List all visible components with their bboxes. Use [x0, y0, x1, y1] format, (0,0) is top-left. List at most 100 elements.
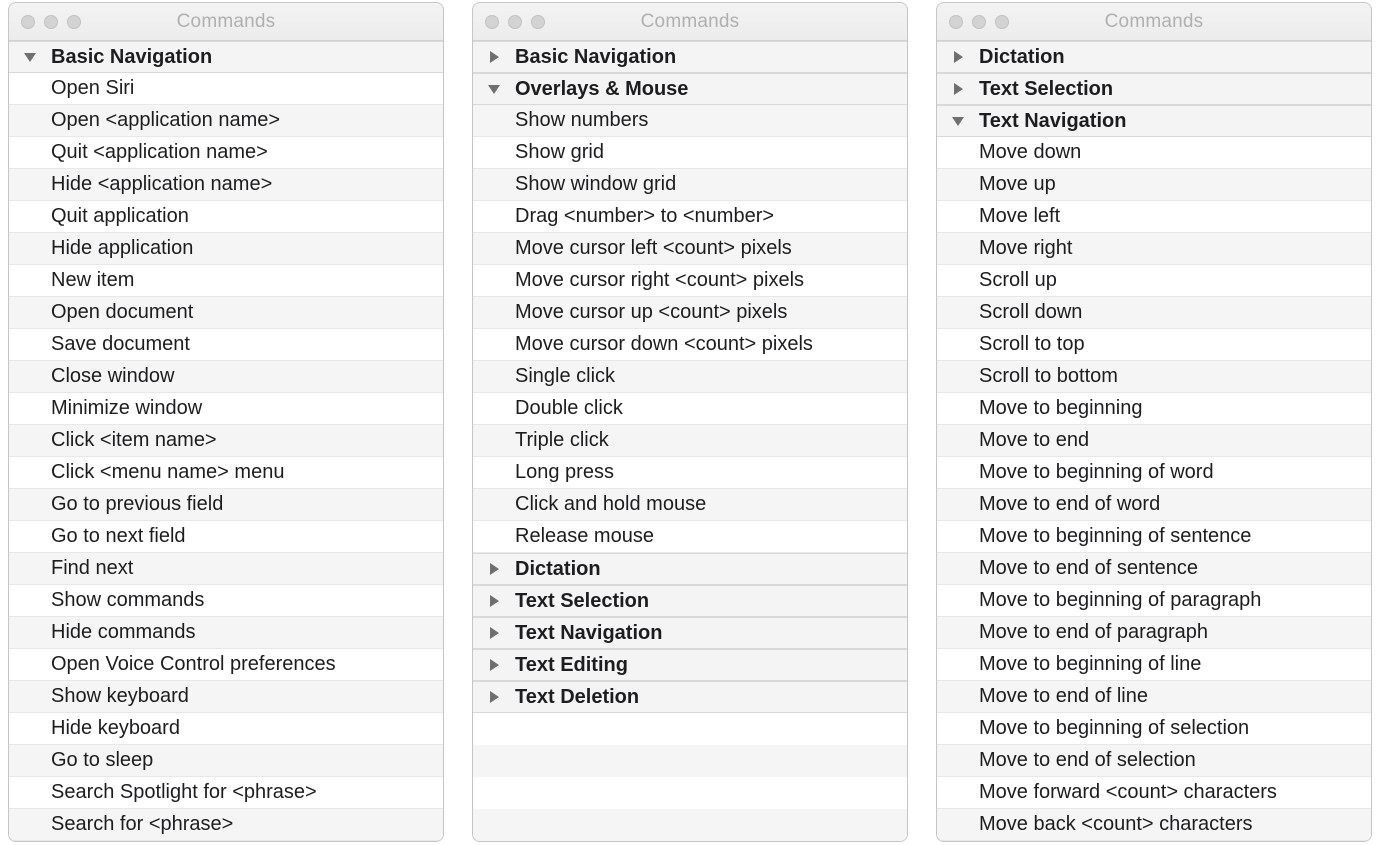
minimize-button[interactable] [44, 15, 58, 29]
window-titlebar: Commands [937, 3, 1371, 41]
command-item[interactable]: Move to beginning of sentence [937, 521, 1371, 553]
close-button[interactable] [485, 15, 499, 29]
command-item[interactable]: Quit application [9, 201, 443, 233]
command-item[interactable]: Move left [937, 201, 1371, 233]
command-item[interactable]: Scroll up [937, 265, 1371, 297]
command-item[interactable]: Move back <count> characters [937, 809, 1371, 841]
command-item[interactable]: Hide application [9, 233, 443, 265]
command-item[interactable]: Save document [9, 329, 443, 361]
command-item[interactable]: Go to next field [9, 521, 443, 553]
command-label: Release mouse [515, 525, 907, 548]
section-header-text-navigation[interactable]: Text Navigation [473, 617, 907, 649]
section-header-label: Text Deletion [515, 686, 907, 709]
command-item[interactable]: Show window grid [473, 169, 907, 201]
command-item[interactable]: Move to end [937, 425, 1371, 457]
command-item[interactable]: Quit <application name> [9, 137, 443, 169]
command-item[interactable]: Show commands [9, 585, 443, 617]
zoom-button[interactable] [531, 15, 545, 29]
command-item[interactable]: Move cursor up <count> pixels [473, 297, 907, 329]
command-item[interactable]: Move to end of paragraph [937, 617, 1371, 649]
command-item[interactable]: Move up [937, 169, 1371, 201]
section-header-text-selection[interactable]: Text Selection [473, 585, 907, 617]
command-item[interactable]: Open Voice Control preferences [9, 649, 443, 681]
command-item[interactable]: Move to end of word [937, 489, 1371, 521]
section-header-dictation[interactable]: Dictation [473, 553, 907, 585]
command-label: Move right [979, 237, 1371, 260]
commands-list[interactable]: Basic NavigationOverlays & MouseShow num… [473, 41, 907, 841]
traffic-lights [485, 15, 545, 29]
command-item[interactable]: Scroll down [937, 297, 1371, 329]
command-item[interactable]: Close window [9, 361, 443, 393]
command-item[interactable]: Move to beginning of line [937, 649, 1371, 681]
command-item[interactable]: Move cursor right <count> pixels [473, 265, 907, 297]
commands-list[interactable]: Basic NavigationOpen SiriOpen <applicati… [9, 41, 443, 841]
command-label: Move to end of line [979, 685, 1371, 708]
zoom-button[interactable] [995, 15, 1009, 29]
command-item[interactable]: Move to beginning of paragraph [937, 585, 1371, 617]
command-item[interactable]: Move cursor left <count> pixels [473, 233, 907, 265]
command-item[interactable]: Long press [473, 457, 907, 489]
command-item[interactable]: Go to sleep [9, 745, 443, 777]
command-item[interactable]: Release mouse [473, 521, 907, 553]
command-item[interactable]: Minimize window [9, 393, 443, 425]
section-header-basic-navigation[interactable]: Basic Navigation [9, 41, 443, 73]
command-label: Move to beginning of sentence [979, 525, 1371, 548]
command-item[interactable]: Double click [473, 393, 907, 425]
command-item[interactable]: Hide keyboard [9, 713, 443, 745]
command-item[interactable]: Show grid [473, 137, 907, 169]
command-item[interactable]: Triple click [473, 425, 907, 457]
command-item[interactable]: Single click [473, 361, 907, 393]
command-item[interactable]: New item [9, 265, 443, 297]
command-label: Save document [51, 333, 443, 356]
command-item[interactable]: Search Spotlight for <phrase> [9, 777, 443, 809]
command-label: New item [51, 269, 443, 292]
commands-list[interactable]: DictationText SelectionText NavigationMo… [937, 41, 1371, 841]
section-header-basic-navigation[interactable]: Basic Navigation [473, 41, 907, 73]
command-item[interactable]: Move to beginning of word [937, 457, 1371, 489]
command-item[interactable]: Show numbers [473, 105, 907, 137]
section-header-dictation[interactable]: Dictation [937, 41, 1371, 73]
command-item[interactable]: Search for <phrase> [9, 809, 443, 841]
command-label: Search for <phrase> [51, 813, 443, 836]
command-item[interactable]: Drag <number> to <number> [473, 201, 907, 233]
command-item[interactable]: Move right [937, 233, 1371, 265]
command-item[interactable]: Scroll to bottom [937, 361, 1371, 393]
command-label: Scroll to top [979, 333, 1371, 356]
command-item[interactable]: Open Siri [9, 73, 443, 105]
chevron-right-icon [954, 83, 963, 95]
command-item[interactable]: Move forward <count> characters [937, 777, 1371, 809]
command-item[interactable]: Show keyboard [9, 681, 443, 713]
command-item[interactable]: Open document [9, 297, 443, 329]
command-item[interactable]: Hide <application name> [9, 169, 443, 201]
command-item[interactable]: Move cursor down <count> pixels [473, 329, 907, 361]
minimize-button[interactable] [508, 15, 522, 29]
command-item[interactable]: Find next [9, 553, 443, 585]
command-item[interactable]: Scroll to top [937, 329, 1371, 361]
command-item[interactable]: Move to end of line [937, 681, 1371, 713]
command-label: Click <item name> [51, 429, 443, 452]
section-header-text-deletion[interactable]: Text Deletion [473, 681, 907, 713]
command-item[interactable]: Click and hold mouse [473, 489, 907, 521]
command-item[interactable]: Click <menu name> menu [9, 457, 443, 489]
command-item[interactable]: Move to end of selection [937, 745, 1371, 777]
command-item[interactable]: Open <application name> [9, 105, 443, 137]
command-item[interactable]: Hide commands [9, 617, 443, 649]
command-label: Move to beginning of line [979, 653, 1371, 676]
section-header-text-selection[interactable]: Text Selection [937, 73, 1371, 105]
command-label: Move to end of selection [979, 749, 1371, 772]
minimize-button[interactable] [972, 15, 986, 29]
commands-panel: CommandsDictationText SelectionText Navi… [936, 2, 1372, 842]
command-item[interactable]: Move to beginning [937, 393, 1371, 425]
command-item[interactable]: Move to beginning of selection [937, 713, 1371, 745]
command-item[interactable]: Move down [937, 137, 1371, 169]
command-item[interactable]: Click <item name> [9, 425, 443, 457]
zoom-button[interactable] [67, 15, 81, 29]
section-header-text-editing[interactable]: Text Editing [473, 649, 907, 681]
section-header-text-navigation[interactable]: Text Navigation [937, 105, 1371, 137]
command-item[interactable]: Go to previous field [9, 489, 443, 521]
command-item[interactable]: Move to end of sentence [937, 553, 1371, 585]
section-header-label: Text Selection [515, 590, 907, 613]
close-button[interactable] [21, 15, 35, 29]
section-header-overlays-mouse[interactable]: Overlays & Mouse [473, 73, 907, 105]
close-button[interactable] [949, 15, 963, 29]
